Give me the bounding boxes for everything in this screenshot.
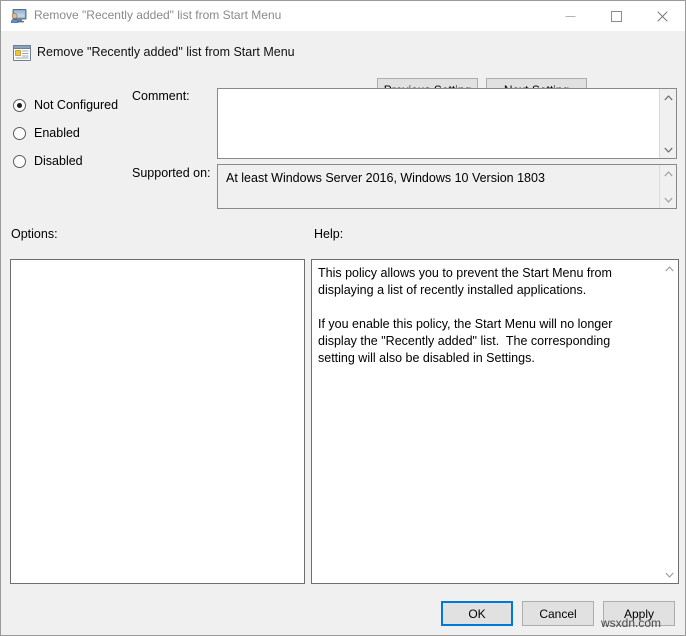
title-bar: Remove "Recently added" list from Start … [1, 1, 685, 32]
scroll-down-icon[interactable] [661, 566, 678, 583]
radio-enabled[interactable]: Enabled [13, 119, 133, 147]
supported-on-box: At least Windows Server 2016, Windows 10… [217, 164, 677, 209]
scroll-up-icon[interactable] [660, 165, 676, 182]
comment-input[interactable] [218, 89, 659, 158]
help-label: Help: [314, 227, 344, 241]
radio-enabled-mark[interactable] [13, 126, 26, 140]
maximize-icon [610, 10, 622, 22]
policy-state-radio-group: Not Configured Enabled Disabled [13, 91, 133, 175]
comment-scrollbar[interactable] [659, 89, 676, 158]
comment-box [217, 88, 677, 159]
help-scrollbar[interactable] [661, 260, 678, 583]
scroll-up-icon[interactable] [661, 260, 678, 277]
setting-header: Remove "Recently added" list from Start … [1, 31, 685, 102]
radio-disabled-mark[interactable] [13, 154, 26, 168]
policy-setting-icon [12, 43, 32, 63]
scroll-up-icon[interactable] [660, 89, 676, 106]
supported-on-value: At least Windows Server 2016, Windows 10… [226, 171, 545, 185]
cancel-button[interactable]: Cancel [522, 601, 594, 626]
scroll-down-icon[interactable] [660, 191, 676, 208]
radio-not-configured[interactable]: Not Configured [13, 91, 133, 119]
help-panel: This policy allows you to prevent the St… [311, 259, 679, 584]
radio-not-configured-mark[interactable] [13, 98, 26, 112]
radio-disabled[interactable]: Disabled [13, 147, 133, 175]
minimize-button[interactable] [547, 1, 593, 31]
ok-button[interactable]: OK [441, 601, 513, 626]
supported-on-scrollbar[interactable] [659, 165, 676, 208]
radio-disabled-label: Disabled [34, 154, 83, 168]
window-title: Remove "Recently added" list from Start … [34, 8, 282, 22]
close-icon [656, 10, 668, 22]
supported-on-label: Supported on: [132, 166, 211, 180]
help-text: This policy allows you to prevent the St… [318, 266, 613, 365]
setting-title: Remove "Recently added" list from Start … [37, 45, 295, 59]
options-label: Options: [11, 227, 58, 241]
maximize-button[interactable] [593, 1, 639, 31]
radio-enabled-label: Enabled [34, 126, 80, 140]
options-panel[interactable] [10, 259, 305, 584]
comment-label: Comment: [132, 89, 190, 103]
group-policy-computer-icon [10, 7, 28, 25]
watermark: wsxdn.com [601, 616, 662, 630]
scroll-down-icon[interactable] [660, 141, 676, 158]
radio-not-configured-label: Not Configured [34, 98, 119, 112]
close-button[interactable] [639, 1, 685, 31]
minimize-icon [565, 15, 575, 17]
group-policy-setting-dialog: Remove "Recently added" list from Start … [0, 0, 686, 636]
